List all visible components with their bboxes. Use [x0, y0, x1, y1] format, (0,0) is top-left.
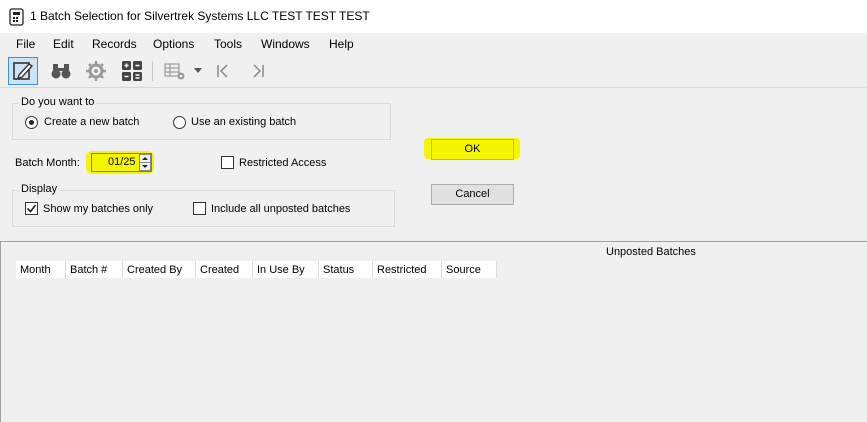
ok-button[interactable]: OK — [431, 139, 514, 160]
include-unposted-label[interactable]: Include all unposted batches — [211, 203, 350, 215]
first-record-icon[interactable] — [208, 57, 238, 85]
toolbar — [0, 55, 867, 88]
menu-help[interactable]: Help — [329, 37, 354, 51]
create-new-radio[interactable] — [25, 116, 38, 129]
batch-month-label: Batch Month: — [15, 157, 80, 169]
binoculars-icon[interactable] — [46, 57, 76, 85]
menu-options[interactable]: Options — [153, 37, 194, 51]
menu-bar: File Edit Records Options Tools Windows … — [0, 33, 867, 55]
title-bar: 1 Batch Selection for Silvertrek Systems… — [0, 0, 867, 33]
use-existing-label[interactable]: Use an existing batch — [191, 116, 296, 128]
column-header-month[interactable]: Month — [16, 261, 66, 278]
cancel-button[interactable]: Cancel — [431, 184, 514, 205]
show-my-batches-label[interactable]: Show my batches only — [43, 203, 153, 215]
dropdown-arrow-icon[interactable] — [189, 57, 207, 85]
include-unposted-checkbox[interactable] — [193, 202, 206, 215]
grid-caption: Unposted Batches — [606, 246, 696, 258]
display-group-label: Display — [19, 183, 60, 195]
menu-records[interactable]: Records — [92, 37, 137, 51]
menu-edit[interactable]: Edit — [53, 37, 74, 51]
show-my-batches-checkbox[interactable] — [25, 202, 38, 215]
column-header-created-by[interactable]: Created By — [123, 261, 196, 278]
menu-file[interactable]: File — [16, 37, 35, 51]
checkmark-icon — [26, 204, 37, 213]
app-icon — [9, 8, 24, 26]
mode-group-label: Do you want to — [19, 96, 97, 108]
column-header-batch[interactable]: Batch # — [66, 261, 123, 278]
radio-selected-dot — [29, 120, 34, 125]
column-header-source[interactable]: Source — [442, 261, 497, 278]
column-header-in-use-by[interactable]: In Use By — [253, 261, 319, 278]
gear-icon[interactable] — [81, 57, 111, 85]
batch-month-spinner[interactable] — [139, 154, 151, 171]
window-title: 1 Batch Selection for Silvertrek Systems… — [30, 9, 370, 23]
menu-tools[interactable]: Tools — [214, 37, 242, 51]
use-existing-radio[interactable] — [173, 116, 186, 129]
restricted-access-checkbox[interactable] — [221, 156, 234, 169]
edit-icon[interactable] — [8, 57, 38, 85]
column-header-restricted[interactable]: Restricted — [373, 261, 442, 278]
grid-settings-icon[interactable] — [160, 57, 190, 85]
calculator-icon[interactable] — [117, 57, 147, 85]
column-header-status[interactable]: Status — [319, 261, 373, 278]
toolbar-separator — [152, 61, 153, 81]
column-header-created[interactable]: Created — [196, 261, 253, 278]
restricted-access-label[interactable]: Restricted Access — [239, 157, 326, 169]
menu-windows[interactable]: Windows — [261, 37, 310, 51]
create-new-label[interactable]: Create a new batch — [44, 116, 139, 128]
last-record-icon[interactable] — [243, 57, 273, 85]
grid-header: Month Batch # Created By Created In Use … — [16, 261, 497, 278]
